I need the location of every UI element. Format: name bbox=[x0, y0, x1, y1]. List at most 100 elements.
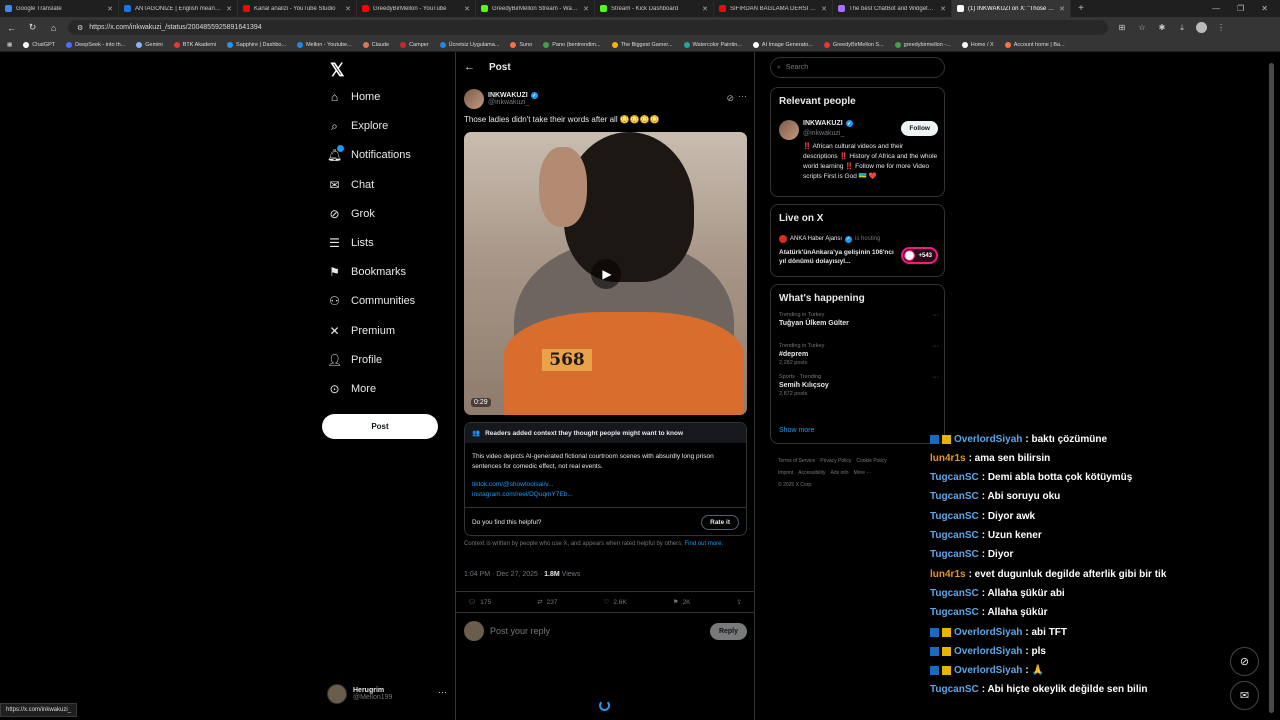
like-action[interactable]: ♡ 2.6K bbox=[604, 598, 627, 607]
browser-tab[interactable]: Kanal analizi - YouTube Studio ✕ bbox=[238, 0, 357, 17]
home-button-icon[interactable]: ⌂ bbox=[47, 23, 60, 33]
back-arrow-icon[interactable]: ← bbox=[464, 61, 475, 73]
nav-item-chat[interactable]: ✉ Chat bbox=[327, 175, 374, 195]
nav-item-grok[interactable]: ⊘ Grok bbox=[327, 204, 374, 224]
grok-float-icon[interactable]: ⊘ bbox=[1230, 647, 1259, 676]
browser-tab[interactable]: Stream - Kick Dashboard ✕ bbox=[595, 0, 714, 17]
grok-icon[interactable]: ⊘ bbox=[726, 93, 734, 104]
back-icon[interactable]: ← bbox=[5, 23, 18, 33]
post-button[interactable]: Post bbox=[322, 414, 438, 439]
tab-close-icon[interactable]: ✕ bbox=[226, 5, 232, 13]
scrollbar-thumb[interactable] bbox=[1269, 63, 1274, 713]
follow-button[interactable]: Follow bbox=[901, 121, 938, 136]
trend-more-icon[interactable]: ··· bbox=[932, 374, 939, 381]
show-more-link[interactable]: Show more bbox=[779, 427, 814, 434]
person-avatar[interactable] bbox=[779, 120, 799, 140]
bookmark-item[interactable]: DeepSeek - into th... bbox=[66, 41, 125, 48]
site-info-icon[interactable]: ⚙ bbox=[77, 24, 83, 32]
browser-tab[interactable]: Google Translate ✕ bbox=[0, 0, 119, 17]
bookmark-item[interactable]: The Biggest Gamer... bbox=[611, 41, 673, 48]
account-more-icon[interactable]: ··· bbox=[438, 687, 447, 697]
live-card[interactable]: Live on X ANKA Haber Ajansı ✓ is hosting… bbox=[770, 204, 945, 277]
tab-close-icon[interactable]: ✕ bbox=[107, 5, 113, 13]
bookmark-item[interactable]: ChatGPT bbox=[23, 41, 55, 48]
trend-more-icon[interactable]: ··· bbox=[932, 312, 939, 319]
search-box[interactable]: ⌕ Search bbox=[770, 57, 945, 78]
reload-icon[interactable]: ↻ bbox=[26, 22, 39, 33]
bookmark-item[interactable]: Camper bbox=[400, 41, 429, 48]
bookmark-item[interactable]: BTK Akademi bbox=[173, 41, 216, 48]
minimize-icon[interactable]: — bbox=[1212, 4, 1220, 13]
nav-item-communities[interactable]: ⚇ Communities bbox=[327, 291, 415, 311]
x-logo-icon[interactable]: 𝕏 bbox=[330, 60, 345, 81]
maximize-icon[interactable]: ❐ bbox=[1237, 4, 1244, 13]
bookmark-item[interactable]: AI Image Generato... bbox=[752, 41, 813, 48]
address-bar[interactable]: ⚙ https://x.com/inkwakuzi_/status/200485… bbox=[68, 20, 1108, 35]
find-out-more-link[interactable]: Find out more. bbox=[684, 541, 723, 547]
extensions-icon[interactable]: ✱ bbox=[1156, 23, 1168, 32]
downloads-icon[interactable]: ⤓ bbox=[1176, 23, 1188, 33]
bookmark-item[interactable]: Pano (bentrendim... bbox=[543, 41, 601, 48]
author-name-row[interactable]: INKWAKUZI ✓ bbox=[488, 92, 538, 99]
footer-link[interactable]: Imprint bbox=[778, 470, 793, 476]
bookmark-item[interactable]: GreedyBirMellon S... bbox=[823, 41, 884, 48]
more-options-icon[interactable]: ··· bbox=[738, 91, 747, 101]
note-link-tiktok[interactable]: tiktok.com/@showtoolsai/v... bbox=[472, 481, 554, 488]
footer-link[interactable]: Accessibility bbox=[798, 470, 825, 476]
tab-close-icon[interactable]: ✕ bbox=[940, 5, 946, 13]
browser-tab[interactable]: GreedyBirMellon - YouTube ✕ bbox=[357, 0, 476, 17]
bookmark-item[interactable]: Sapphire | Dashbo... bbox=[227, 41, 286, 48]
bookmark-item[interactable]: Mellon - Youtube... bbox=[297, 41, 352, 48]
new-tab-icon[interactable]: + bbox=[1071, 3, 1091, 14]
scrollbar[interactable] bbox=[1268, 58, 1276, 720]
bookmark-item[interactable]: Account home | Ba... bbox=[1004, 41, 1065, 48]
footer-link[interactable]: Terms of Service bbox=[778, 458, 815, 464]
browser-tab[interactable]: SIFIRDAN BAĞLAMA DERSİ 3 (EN ✕ bbox=[714, 0, 833, 17]
nav-item-premium[interactable]: ✕ Premium bbox=[327, 321, 395, 341]
author-avatar[interactable] bbox=[464, 89, 484, 109]
tab-close-icon[interactable]: ✕ bbox=[702, 5, 708, 13]
repost-action[interactable]: ⇄ 237 bbox=[537, 598, 557, 607]
nav-item-bookmarks[interactable]: ⚑ Bookmarks bbox=[327, 262, 406, 282]
reply-button[interactable]: Reply bbox=[709, 622, 747, 640]
bookmark-item[interactable]: greedybirmellon -... bbox=[894, 41, 951, 48]
tab-close-icon[interactable]: ✕ bbox=[1059, 5, 1065, 13]
note-link-instagram[interactable]: instagram.com/reel/DQuqmY7Eb... bbox=[472, 491, 573, 498]
nav-item-profile[interactable]: 👤︎ Profile bbox=[327, 350, 382, 370]
nav-item-more[interactable]: ⊙ More bbox=[327, 379, 376, 399]
close-window-icon[interactable]: ✕ bbox=[1261, 4, 1268, 13]
bookmark-item[interactable]: Watercolor Paintin... bbox=[683, 41, 742, 48]
footer-link[interactable]: More ··· bbox=[854, 470, 872, 476]
bookmark-item[interactable]: Home / X bbox=[961, 41, 994, 48]
play-icon[interactable]: ▶ bbox=[591, 259, 621, 289]
share-action[interactable]: ⇪ bbox=[737, 598, 742, 606]
bookmark-item[interactable]: Ücretsiz Uygulama... bbox=[439, 41, 499, 48]
tab-close-icon[interactable]: ✕ bbox=[583, 5, 589, 13]
translate-icon[interactable]: ⊞ bbox=[1116, 23, 1128, 32]
bookmark-star-icon[interactable]: ☆ bbox=[1136, 23, 1148, 32]
browser-tab[interactable]: (1) INKWAKUZI on X: "Those ladie ✕ bbox=[952, 0, 1071, 17]
browser-tab[interactable]: The best ChatBot and Widgets fo ✕ bbox=[833, 0, 952, 17]
footer-link[interactable]: Cookie Policy bbox=[856, 458, 886, 464]
trend-item[interactable]: Trending in Turkey #deprem 2,282 posts ··· bbox=[779, 343, 939, 366]
tab-close-icon[interactable]: ✕ bbox=[821, 5, 827, 13]
browser-tab[interactable]: ANTAGONIZE | English meaning - ✕ bbox=[119, 0, 238, 17]
bookmark-item[interactable]: Gemini bbox=[136, 41, 163, 48]
nav-item-home[interactable]: ⌂ Home bbox=[327, 87, 380, 107]
menu-icon[interactable]: ⋮ bbox=[1215, 23, 1227, 32]
messages-float-icon[interactable]: ✉ bbox=[1230, 681, 1259, 710]
reply-action[interactable]: 💬︎ 175 bbox=[468, 598, 491, 607]
footer-link[interactable]: Ads info bbox=[831, 470, 849, 476]
footer-link[interactable]: Privacy Policy bbox=[820, 458, 851, 464]
apps-icon[interactable]: ▦ bbox=[7, 42, 12, 48]
bookmark-action[interactable]: ⚑ 2K bbox=[673, 598, 691, 607]
bookmark-item[interactable]: Claude bbox=[362, 41, 389, 48]
trend-item[interactable]: Sports · Trending Semih Kılıçsoy 2,872 pos… bbox=[779, 374, 939, 397]
author-handle[interactable]: @inkwakuzi_ bbox=[488, 99, 538, 106]
nav-item-lists[interactable]: ☰ Lists bbox=[327, 233, 374, 253]
profile-avatar[interactable] bbox=[1196, 22, 1207, 33]
account-switcher[interactable]: Herugrim @Mellon199 ··· bbox=[327, 682, 447, 706]
post-timestamp[interactable]: 1:04 PM · Dec 27, 2025 · bbox=[464, 571, 544, 578]
browser-tab[interactable]: GreedyBirMellon Stream - Watch ✕ bbox=[476, 0, 595, 17]
nav-item-explore[interactable]: ⌕ Explore bbox=[327, 116, 388, 136]
